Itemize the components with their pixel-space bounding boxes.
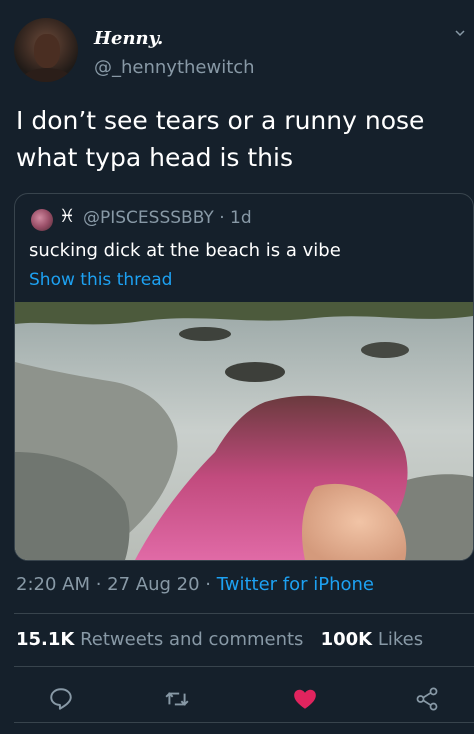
photo-rock	[179, 327, 231, 341]
chevron-down-icon[interactable]	[455, 28, 465, 38]
tweet-stats: 15.1K Retweets and comments 100K Likes	[16, 629, 423, 650]
quoted-tweet-card[interactable]: ♓ @PISCESSSBBY · 1d sucking dick at the …	[14, 193, 474, 561]
tweet-timestamp: 2:20 AM · 27 Aug 20 ·	[16, 574, 217, 595]
divider	[14, 666, 474, 667]
author-avatar[interactable]	[14, 18, 78, 82]
heart-icon[interactable]	[292, 686, 318, 712]
retweet-icon[interactable]	[164, 686, 190, 712]
reply-icon[interactable]	[48, 686, 74, 712]
show-thread-link[interactable]: Show this thread	[29, 270, 172, 290]
divider	[14, 722, 474, 723]
divider	[14, 613, 474, 614]
tweet-client-link[interactable]: Twitter for iPhone	[217, 574, 374, 595]
quoted-author-avatar	[31, 209, 53, 231]
tweet-meta: 2:20 AM · 27 Aug 20 · Twitter for iPhone	[16, 574, 374, 595]
pisces-symbol: ♓	[59, 206, 76, 227]
retweets-label[interactable]: Retweets and comments	[80, 629, 303, 650]
share-icon[interactable]	[414, 686, 440, 712]
author-handle[interactable]: @_hennythewitch	[94, 57, 255, 78]
retweets-count[interactable]: 15.1K	[16, 629, 74, 650]
quoted-tweet-text: sucking dick at the beach is a vibe	[29, 240, 341, 261]
avatar-shoulder	[22, 68, 72, 82]
tweet-actions-bar	[0, 678, 474, 722]
photo-rock	[361, 342, 409, 358]
tweet-text: I don’t see tears or a runny nose what t…	[16, 106, 425, 172]
avatar-face	[34, 34, 60, 68]
clipped-header-strip	[0, 0, 474, 10]
likes-label[interactable]: Likes	[378, 629, 423, 650]
likes-count[interactable]: 100K	[321, 629, 373, 650]
quoted-tweet-photo[interactable]	[15, 302, 473, 560]
photo-rock	[225, 362, 285, 382]
author-display-name[interactable]: Henny.	[94, 28, 163, 49]
quoted-author-handle: @PISCESSSBBY · 1d	[83, 208, 252, 228]
